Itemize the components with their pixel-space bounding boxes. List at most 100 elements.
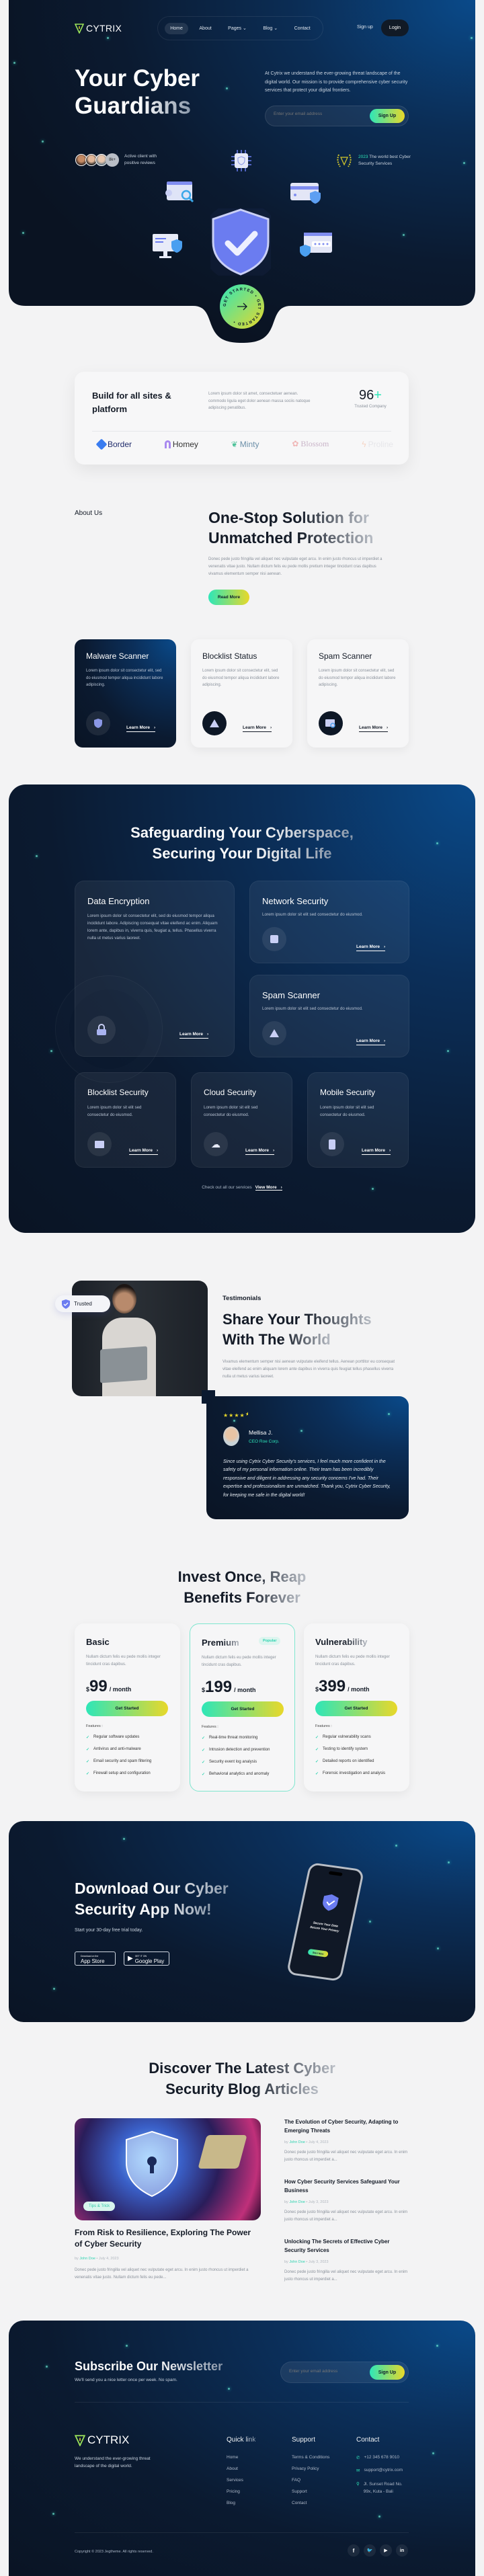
signup-link[interactable]: Sign up <box>357 25 373 30</box>
article-title[interactable]: The Evolution of Cyber Security, Adaptin… <box>284 2118 409 2135</box>
nav-about[interactable]: About <box>194 23 216 34</box>
featured-article-title[interactable]: From Risk to Resilience, Exploring The P… <box>75 2227 259 2250</box>
learn-more-link[interactable]: Learn More › <box>245 1148 275 1155</box>
chevron-right-icon: › <box>157 1148 159 1153</box>
location-pin-icon: ⚲ <box>356 2482 360 2487</box>
hero-signup-button[interactable]: Sign Up <box>370 109 405 123</box>
article-item[interactable]: The Evolution of Cyber Security, Adaptin… <box>284 2118 409 2164</box>
nav-pages[interactable]: Pages ⌄ <box>223 22 252 34</box>
article-tag[interactable]: Tips & Trick <box>83 2202 116 2211</box>
divider <box>75 2532 409 2533</box>
get-started-button[interactable]: Get Started <box>315 1701 397 1716</box>
service-title: Spam Scanner <box>262 990 320 1000</box>
service-card-mobile-security[interactable]: Mobile Security Lorem ipsum dolor sit el… <box>307 1072 409 1168</box>
app-subtitle: Start your 30-day free trial today. <box>75 1928 143 1933</box>
youtube-icon[interactable]: ▶ <box>380 2544 392 2557</box>
newsletter-signup-button[interactable]: Sign Up <box>370 2365 405 2380</box>
learn-more-link[interactable]: Learn More › <box>179 1032 209 1039</box>
service-card-blocklist-security[interactable]: Blocklist Security Lorem ipsum dolor sit… <box>75 1072 176 1168</box>
newsletter-email-input[interactable] <box>289 2369 356 2374</box>
proline-logo-icon: ϟ <box>362 439 366 449</box>
price-period: / month <box>348 1686 370 1693</box>
footer-link-contact[interactable]: Contact <box>292 2501 329 2512</box>
brand-logo[interactable]: CYTRIX <box>75 23 122 34</box>
view-more-text: Check out all our services <box>202 1185 252 1190</box>
nav-contact[interactable]: Contact <box>289 23 316 34</box>
footer-link-blog[interactable]: Blog <box>227 2501 255 2512</box>
article-title[interactable]: How Cyber Security Services Safeguard Yo… <box>284 2178 409 2195</box>
contact-phone[interactable]: ✆ +12 345 678 9010 <box>356 2455 405 2466</box>
check-icon: ✓ <box>86 1736 90 1740</box>
footer-link-services[interactable]: Services <box>227 2478 255 2489</box>
author-link[interactable]: John Doe <box>79 2257 95 2261</box>
learn-more-link[interactable]: Learn More › <box>362 1148 391 1155</box>
learn-more-label: Learn More <box>129 1148 153 1153</box>
hero-description: At Cytrix we understand the ever-growing… <box>265 71 408 93</box>
footer-link-about[interactable]: About <box>227 2466 255 2478</box>
learn-more-link[interactable]: Learn More › <box>126 725 156 732</box>
contact-email[interactable]: ✉ support@cytrix.com <box>356 2468 405 2479</box>
feature-card-spam[interactable]: Spam Scanner Lorem ipsum dolor sit conse… <box>307 639 409 748</box>
nav-home[interactable]: Home <box>165 22 188 34</box>
footer-link-support[interactable]: Support <box>292 2489 329 2501</box>
login-button[interactable]: Login <box>381 19 409 36</box>
check-icon: ✓ <box>315 1736 319 1740</box>
support-links: Support Terms & Conditions Privacy Polic… <box>292 2436 329 2512</box>
feature-description: Lorem ipsum dolor sit consectetur elit, … <box>202 669 280 687</box>
footer-logo[interactable]: CYTRIX <box>75 2433 129 2447</box>
logo-proline: ϟ Proline <box>362 440 393 449</box>
check-icon: ✓ <box>86 1748 90 1752</box>
footer-link-home[interactable]: Home <box>227 2455 255 2466</box>
laurel-award-icon <box>337 154 352 167</box>
feature-list: ✓ Regular software updates ✓ Antivirus and… <box>86 1735 151 1783</box>
read-more-button[interactable]: Read More <box>208 590 249 605</box>
logo-text: Proline <box>368 439 393 449</box>
get-started-badge[interactable]: GET STARTED • GET STARTED • <box>220 284 264 329</box>
twitter-icon[interactable]: 🐦 <box>364 2544 376 2557</box>
author-link[interactable]: John Doe <box>289 2200 305 2204</box>
feature-card-malware[interactable]: Malware Scanner Lorem ipsum dolor sit co… <box>75 639 176 748</box>
testimonials-description: Vivamus elementum semper nisi aenean vul… <box>223 1360 395 1379</box>
plan-price: $399/ month <box>315 1677 370 1696</box>
logo-blossom: ✿ Blossom <box>292 439 329 449</box>
service-card-cloud-security[interactable]: Cloud Security Lorem ipsum dolor sit eli… <box>191 1072 292 1168</box>
feature-title: Blocklist Status <box>202 651 257 661</box>
article-item[interactable]: Unlocking The Secrets of Effective Cyber… <box>284 2238 409 2284</box>
view-more-link[interactable]: View More › <box>255 1185 282 1191</box>
service-card-data-encryption[interactable]: Data Encryption Lorem ipsum dolor sit co… <box>55 881 235 1083</box>
learn-more-link[interactable]: Learn More › <box>359 725 389 732</box>
learn-more-link[interactable]: Learn More › <box>356 944 386 951</box>
service-card-spam-scanner[interactable]: Spam Scanner Lorem ipsum dolor sit elit … <box>249 975 409 1057</box>
footer-link-terms[interactable]: Terms & Conditions <box>292 2455 329 2466</box>
clients-count-badge: 8k+ <box>106 153 119 167</box>
author-link[interactable]: John Doe <box>289 2140 305 2144</box>
feature-text: Email security and spam filtering <box>93 1759 152 1763</box>
logo-border: Border <box>95 438 132 450</box>
nav-blog[interactable]: Blog ⌄ <box>257 22 283 34</box>
learn-more-link[interactable]: Learn More › <box>356 1039 386 1045</box>
nav-blog-label: Blog <box>263 26 273 31</box>
review-quote: Since using Cytrix Cyber Security's serv… <box>223 1459 391 1498</box>
facebook-icon[interactable]: f <box>348 2544 360 2557</box>
app-title: Download Our Cyber Security App Now! <box>75 1878 229 1920</box>
app-store-button[interactable]: Download on the App Store <box>75 1951 116 1966</box>
linkedin-icon[interactable]: in <box>396 2544 408 2557</box>
footer-link-privacy[interactable]: Privacy Policy <box>292 2466 329 2478</box>
author-link[interactable]: John Doe <box>289 2260 305 2264</box>
get-started-button[interactable]: Get Started <box>86 1701 168 1716</box>
google-play-button[interactable]: ▶ GET IT ON Google Play <box>124 1951 169 1966</box>
footer-link-faq[interactable]: FAQ <box>292 2478 329 2489</box>
services-section: Safeguarding Your Cyberspace, Securing Y… <box>9 784 475 1233</box>
learn-more-link[interactable]: Learn More › <box>129 1148 159 1155</box>
hero-email-input[interactable] <box>274 112 354 116</box>
reviewer-role: CEO Roe Corp. <box>249 1439 280 1444</box>
service-card-network-security[interactable]: Network Security Lorem ipsum dolor sit e… <box>249 881 409 963</box>
learn-more-link[interactable]: Learn More › <box>243 725 272 732</box>
get-started-button[interactable]: Get Started <box>202 1701 284 1717</box>
feature-item: ✓ Antivirus and anti-malware <box>86 1747 151 1759</box>
services-title-line2: Securing Your Digital Life <box>152 845 332 862</box>
feature-card-blocklist[interactable]: Blocklist Status Lorem ipsum dolor sit c… <box>191 639 292 748</box>
footer-link-pricing[interactable]: Pricing <box>227 2489 255 2501</box>
article-title[interactable]: Unlocking The Secrets of Effective Cyber… <box>284 2238 409 2255</box>
article-item[interactable]: How Cyber Security Services Safeguard Yo… <box>284 2178 409 2224</box>
